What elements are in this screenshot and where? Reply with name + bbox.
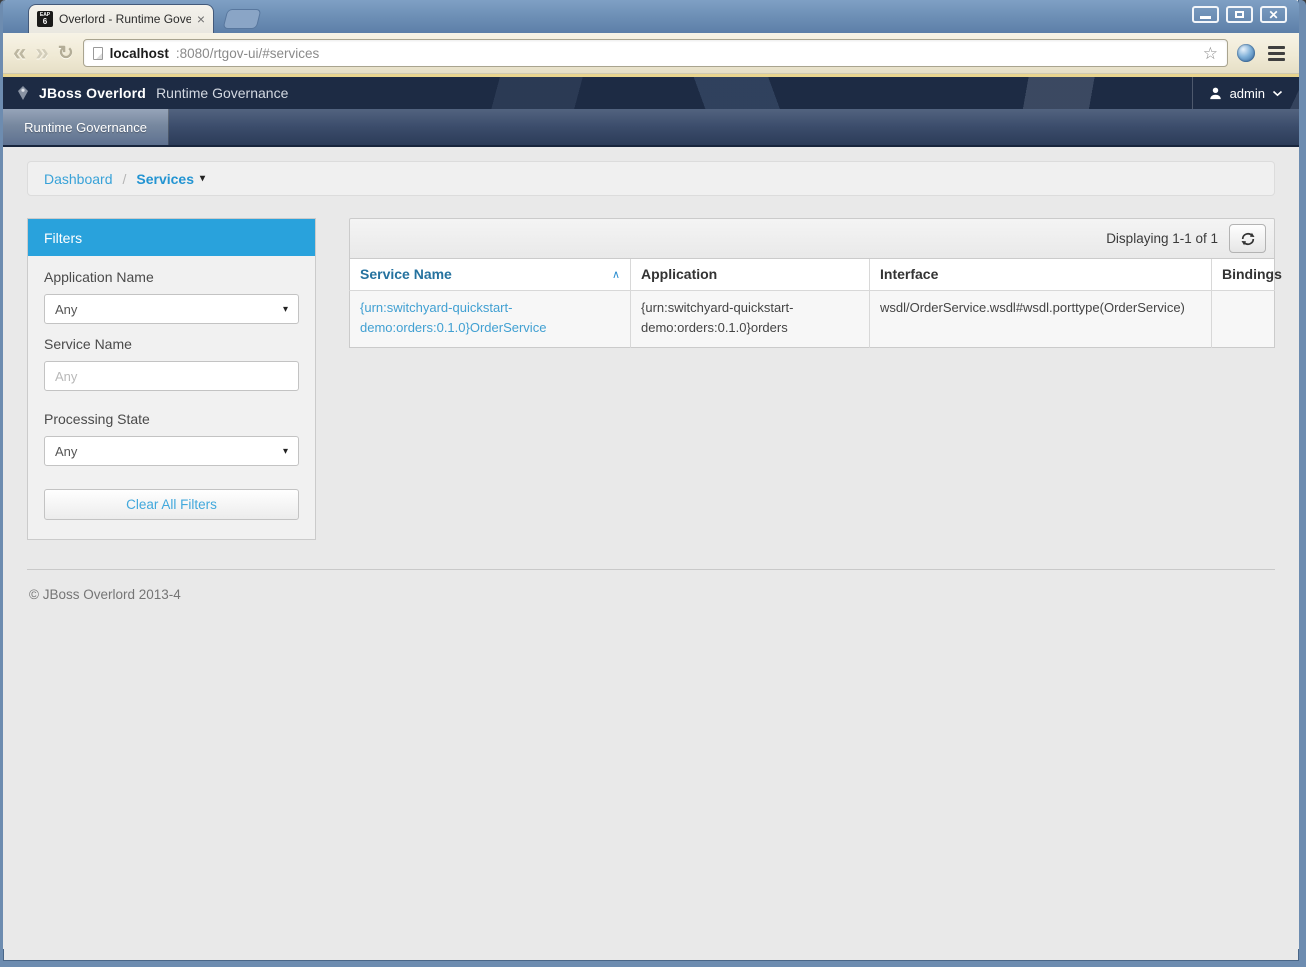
caret-down-icon: ▾ [200,173,205,184]
close-icon: ✕ [1268,9,1278,21]
column-header-interface[interactable]: Interface [870,259,1212,290]
titlebar: EAP 6 Overlord - Runtime Gover × ✕ [3,0,1299,33]
chevron-down-icon [1272,90,1283,97]
tab-close-icon[interactable]: × [197,12,205,26]
table-toolbar: Displaying 1-1 of 1 [349,218,1275,259]
user-menu[interactable]: admin [1192,77,1299,109]
processing-state-select[interactable]: Any ▾ [44,436,299,466]
service-name-label: Service Name [44,336,299,352]
breadcrumb: Dashboard / Services ▾ [27,161,1275,196]
pagination-status: Displaying 1-1 of 1 [1106,231,1218,246]
table-row: {urn:switchyard-quickstart-demo:orders:0… [350,290,1275,347]
username: admin [1230,86,1265,101]
new-tab-button[interactable] [223,9,262,29]
breadcrumb-separator: / [123,171,127,187]
brand: JBoss Overlord Runtime Governance [15,85,288,101]
app-nav: Runtime Governance [3,109,1299,147]
bookmark-star-icon[interactable]: ☆ [1203,45,1218,62]
minimize-icon [1200,16,1211,19]
column-header-service-name[interactable]: Service Name ∧ [350,259,631,290]
page: Dashboard / Services ▾ Filters Applicati… [3,147,1299,949]
browser-toolbar: « » ↻ localhost :8080/rtgov-ui/#services… [3,33,1299,74]
url-host: localhost [110,46,169,61]
select-caret-icon: ▾ [283,304,288,315]
processing-state-label: Processing State [44,411,299,427]
nav-tab-runtime-governance[interactable]: Runtime Governance [3,109,169,145]
sort-ascending-icon: ∧ [612,268,620,281]
cell-service-name: {urn:switchyard-quickstart-demo:orders:0… [350,290,631,347]
page-icon [93,47,103,60]
product-name: Runtime Governance [156,85,288,101]
forward-button[interactable]: » [35,41,48,65]
maximize-icon [1235,11,1244,18]
hamburger-menu-button[interactable] [1264,44,1289,63]
column-header-bindings[interactable]: Bindings [1212,259,1275,290]
window-controls: ✕ [1192,6,1287,23]
eap6-favicon-icon: EAP 6 [37,11,53,27]
url-bar[interactable]: localhost :8080/rtgov-ui/#services ☆ [83,39,1228,67]
clear-all-filters-button[interactable]: Clear All Filters [44,489,299,520]
browser-tab[interactable]: EAP 6 Overlord - Runtime Gover × [28,4,214,33]
breadcrumb-services-dropdown[interactable]: Services ▾ [136,171,205,187]
table-header-row: Service Name ∧ Application Interface Bin… [350,259,1275,290]
service-name-input[interactable] [44,361,299,391]
back-button[interactable]: « [13,41,26,65]
application-name-label: Application Name [44,269,299,285]
reload-button[interactable]: ↻ [58,44,74,63]
filters-title: Filters [28,219,315,256]
url-path: :8080/rtgov-ui/#services [176,46,319,61]
browser-window: EAP 6 Overlord - Runtime Gover × ✕ « » ↻… [0,0,1306,967]
minimize-button[interactable] [1192,6,1219,23]
cell-bindings [1212,290,1275,347]
refresh-button[interactable] [1229,224,1266,253]
tab-title: Overlord - Runtime Gover [59,12,191,26]
application-name-select[interactable]: Any ▾ [44,294,299,324]
maximize-button[interactable] [1226,6,1253,23]
close-button[interactable]: ✕ [1260,6,1287,23]
refresh-icon [1241,232,1255,246]
globe-icon[interactable] [1237,44,1255,62]
copyright-footer: © JBoss Overlord 2013-4 [27,569,1275,602]
column-header-application[interactable]: Application [631,259,870,290]
select-caret-icon: ▾ [283,446,288,457]
filters-panel: Filters Application Name Any ▾ Service N… [27,218,316,540]
breadcrumb-dashboard-link[interactable]: Dashboard [44,171,113,187]
overlord-logo-icon [15,85,31,101]
app-header: JBoss Overlord Runtime Governance admin [3,77,1299,109]
services-table: Service Name ∧ Application Interface Bin… [349,259,1275,348]
cell-application: {urn:switchyard-quickstart-demo:orders:0… [631,290,870,347]
services-panel: Displaying 1-1 of 1 [349,218,1275,348]
service-link[interactable]: {urn:switchyard-quickstart-demo:orders:0… [360,300,546,335]
cell-interface: wsdl/OrderService.wsdl#wsdl.porttype(Ord… [870,290,1212,347]
user-icon [1208,86,1223,101]
brand-name: JBoss Overlord [39,85,146,101]
